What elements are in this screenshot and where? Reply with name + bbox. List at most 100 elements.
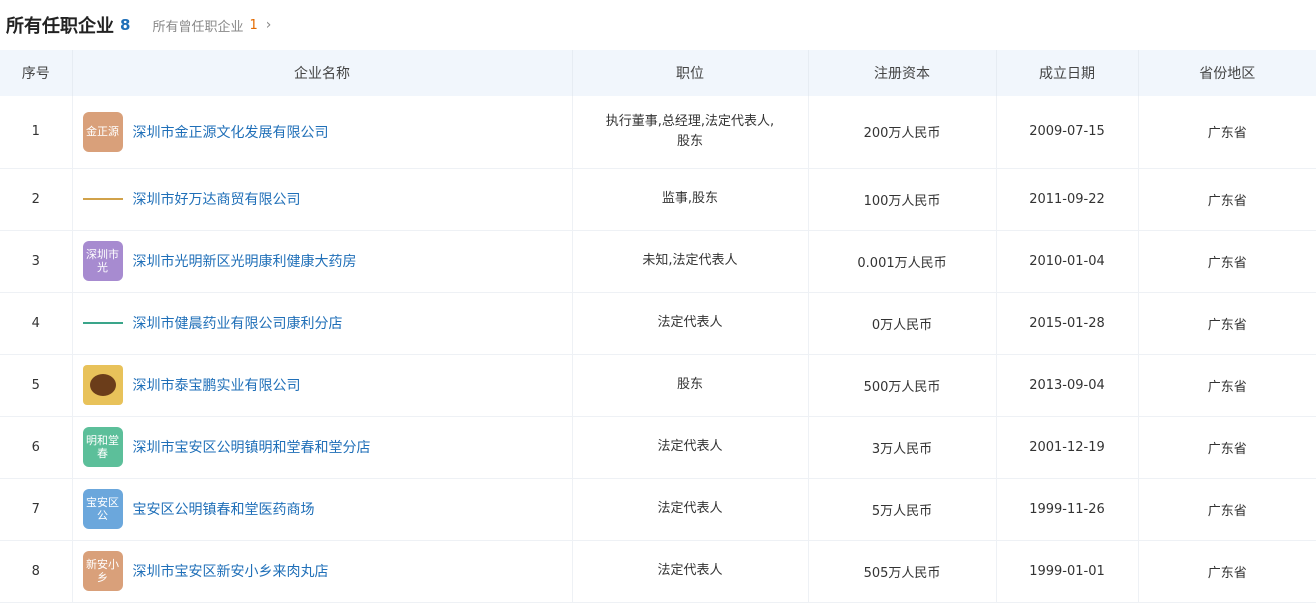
position-text: 股东 <box>676 133 703 149</box>
table-row[interactable]: 3 深圳市光 深圳市光明新区光明康利健康大药房 未知,法定代表人 0.001万人民币 20… <box>0 230 1316 292</box>
row-index: 6 <box>0 416 73 478</box>
column-header-date: 成立日期 <box>996 50 1139 96</box>
column-header-position: 职位 <box>572 50 809 96</box>
position-text: 法定代表人 <box>657 501 723 516</box>
table-row[interactable]: 8 新安小乡 深圳市宝安区新安小乡来肉丸店 法定代表人 505万人民币 1999-01-0… <box>0 540 1316 602</box>
position-cell: 法定代表人 <box>572 416 809 478</box>
row-index: 1 <box>0 96 73 168</box>
row-index: 2 <box>0 168 73 230</box>
position-text: 监事,股东 <box>661 191 719 206</box>
table-row[interactable]: 6 明和堂春 深圳市宝安区公明镇明和堂春和堂分店 法定代表人 3万人民币 2001-12-… <box>0 416 1316 478</box>
company-name-link[interactable]: 深圳市金正源文化发展有限公司 <box>133 122 329 142</box>
position-text: 法定代表人 <box>657 563 723 578</box>
column-header-capital: 注册资本 <box>808 50 997 96</box>
chevron-right-icon[interactable]: › <box>266 17 272 33</box>
table-row[interactable]: 4 深圳市健晨药业有限公司康利分店 法定代表人 0万人民币 2015-01-28 广东省 <box>0 292 1316 354</box>
row-index: 5 <box>0 354 73 416</box>
table-header-row: 序号 企业名称 职位 注册资本 成立日期 省份地区 <box>0 50 1316 96</box>
position-cell: 监事,股东 <box>572 168 809 230</box>
company-cell: 深圳市好万达商贸有限公司 <box>72 168 573 230</box>
company-logo[interactable]: 宝安区公 <box>82 489 123 529</box>
company-cell: 深圳市健晨药业有限公司康利分店 <box>72 292 573 354</box>
row-index: 3 <box>0 230 73 292</box>
date-cell: 1999-11-26 <box>996 478 1139 540</box>
company-name-wrap: 明和堂春 深圳市宝安区公明镇明和堂春和堂分店 <box>82 427 571 467</box>
position-text: 法定代表人 <box>657 439 723 454</box>
position-cell: 法定代表人 <box>572 292 809 354</box>
date-cell: 2009-07-15 <box>996 96 1139 168</box>
section-title: 所有任职企业 <box>6 16 114 37</box>
table-row[interactable]: 7 宝安区公 宝安区公明镇春和堂医药商场 法定代表人 5万人民币 1999-11-26 广东… <box>0 478 1316 540</box>
region-cell: 广东省 <box>1207 565 1247 581</box>
company-name-wrap: 新安小乡 深圳市宝安区新安小乡来肉丸店 <box>82 551 571 591</box>
position-cell: 股东 <box>572 354 809 416</box>
capital-cell: 5万人民币 <box>808 478 997 540</box>
company-name-wrap: 深圳市健晨药业有限公司康利分店 <box>82 303 571 343</box>
column-header-region: 省份地区 <box>1199 66 1256 82</box>
column-header-index: 序号 <box>0 50 73 96</box>
position-cell: 执行董事,总经理,法定代表人, 股东 <box>572 96 809 168</box>
region-cell: 广东省 <box>1207 441 1247 457</box>
logo-emblem-icon <box>89 374 116 396</box>
table-row[interactable]: 1 金正源 深圳市金正源文化发展有限公司 执行董事,总经理,法定代表人, 股东 200万人… <box>0 96 1316 168</box>
company-logo[interactable]: 明和堂春 <box>82 427 123 467</box>
capital-cell: 0.001万人民币 <box>808 230 997 292</box>
company-name-wrap: 深圳市好万达商贸有限公司 <box>82 179 571 219</box>
company-cell: 新安小乡 深圳市宝安区新安小乡来肉丸店 <box>72 540 573 602</box>
column-header-company: 企业名称 <box>72 50 573 96</box>
position-text: 法定代表人 <box>657 315 723 330</box>
position-cell: 法定代表人 <box>572 540 809 602</box>
company-name-link[interactable]: 宝安区公明镇春和堂医药商场 <box>133 499 315 519</box>
company-name-wrap: 深圳市光 深圳市光明新区光明康利健康大药房 <box>82 241 571 281</box>
date-cell: 2015-01-28 <box>996 292 1139 354</box>
row-index: 8 <box>0 540 73 602</box>
company-logo[interactable]: 深圳市光 <box>82 241 123 281</box>
company-name-link[interactable]: 深圳市好万达商贸有限公司 <box>133 189 301 209</box>
date-cell: 1999-01-01 <box>996 540 1139 602</box>
company-name-link[interactable]: 深圳市健晨药业有限公司康利分店 <box>133 313 343 333</box>
company-name-link[interactable]: 深圳市光明新区光明康利健康大药房 <box>133 251 357 271</box>
company-name-link[interactable]: 深圳市宝安区新安小乡来肉丸店 <box>133 561 329 581</box>
region-cell: 广东省 <box>1207 255 1247 271</box>
position-text: 未知,法定代表人 <box>642 253 738 268</box>
position-text: 股东 <box>676 377 703 392</box>
capital-cell: 500万人民币 <box>808 354 997 416</box>
date-cell: 2011-09-22 <box>996 168 1139 230</box>
company-logo[interactable] <box>82 179 123 219</box>
position-text: 执行董事,总经理,法定代表人, <box>605 113 775 129</box>
region-cell: 广东省 <box>1207 503 1247 519</box>
company-cell: 宝安区公 宝安区公明镇春和堂医药商场 <box>72 478 573 540</box>
company-cell: 明和堂春 深圳市宝安区公明镇明和堂春和堂分店 <box>72 416 573 478</box>
region-cell: 广东省 <box>1207 317 1247 333</box>
company-logo[interactable]: 金正源 <box>82 111 123 152</box>
capital-cell: 0万人民币 <box>808 292 997 354</box>
company-logo[interactable] <box>82 365 123 405</box>
position-cell: 法定代表人 <box>572 478 809 540</box>
companies-table: 序号 企业名称 职位 注册资本 成立日期 省份地区 1 金正源 深圳市金正源文化发展… <box>0 50 1316 603</box>
table-row[interactable]: 5 深圳市泰宝鹏实业有限公司 股东 500万人民币 2013-09-04 广东省 <box>0 354 1316 416</box>
date-cell: 2010-01-04 <box>996 230 1139 292</box>
company-name-wrap: 金正源 深圳市金正源文化发展有限公司 <box>82 111 571 152</box>
date-cell: 2001-12-19 <box>996 416 1139 478</box>
former-companies-link[interactable]: 所有曾任职企业 <box>152 16 243 35</box>
capital-cell: 505万人民币 <box>808 540 997 602</box>
region-cell: 广东省 <box>1207 126 1247 142</box>
capital-cell: 3万人民币 <box>808 416 997 478</box>
company-cell: 金正源 深圳市金正源文化发展有限公司 <box>72 96 573 168</box>
company-name-wrap: 宝安区公 宝安区公明镇春和堂医药商场 <box>82 489 571 529</box>
table-row[interactable]: 2 深圳市好万达商贸有限公司 监事,股东 100万人民币 2011-09-22 广东省 <box>0 168 1316 230</box>
company-name-link[interactable]: 深圳市泰宝鹏实业有限公司 <box>133 375 301 395</box>
table-body: 1 金正源 深圳市金正源文化发展有限公司 执行董事,总经理,法定代表人, 股东 200万人… <box>0 96 1316 602</box>
company-name-link[interactable]: 深圳市宝安区公明镇明和堂春和堂分店 <box>133 437 371 457</box>
position-cell: 未知,法定代表人 <box>572 230 809 292</box>
company-logo[interactable] <box>82 303 123 343</box>
date-cell: 2013-09-04 <box>996 354 1139 416</box>
former-companies-count[interactable]: 1 <box>249 18 257 33</box>
company-cell: 深圳市光 深圳市光明新区光明康利健康大药房 <box>72 230 573 292</box>
capital-cell: 100万人民币 <box>808 168 997 230</box>
capital-cell: 200万人民币 <box>808 96 997 168</box>
section-count: 8 <box>120 16 131 34</box>
company-logo[interactable]: 新安小乡 <box>82 551 123 591</box>
row-index: 4 <box>0 292 73 354</box>
section-header: 所有任职企业 8 所有曾任职企业 1 › <box>0 0 1316 50</box>
